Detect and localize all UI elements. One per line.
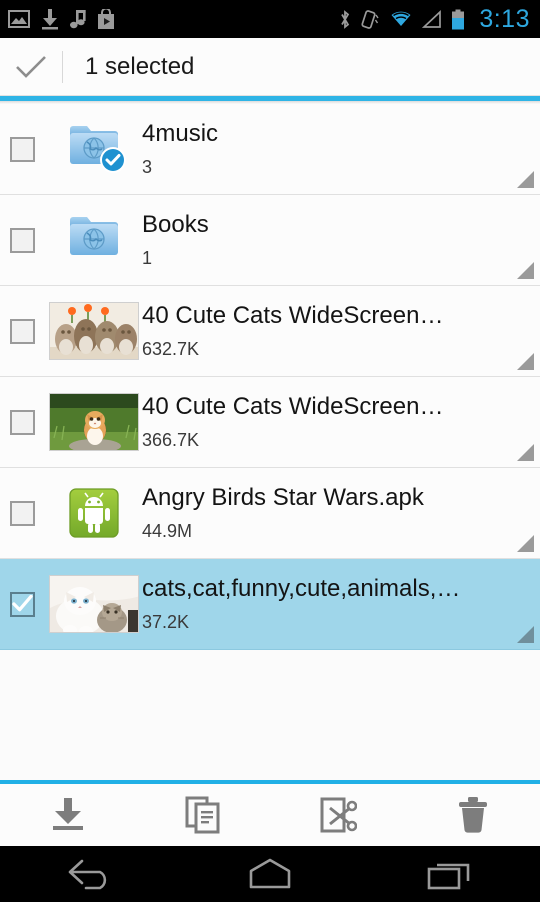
- home-icon: [249, 858, 291, 889]
- wifi-icon: [391, 11, 411, 26]
- status-bar: 3:13: [0, 0, 540, 38]
- battery-icon: [452, 9, 465, 29]
- checkbox-unchecked[interactable]: [10, 318, 35, 344]
- folder-globe-icon: [67, 122, 126, 173]
- corner-triangle-icon[interactable]: [517, 171, 534, 188]
- row-meta: 40 Cute Cats WideScreen… 366.7K: [142, 393, 540, 451]
- row-checkbox[interactable]: [0, 227, 45, 253]
- row-meta: 4music 3: [142, 120, 540, 178]
- list-item[interactable]: Books 1: [0, 195, 540, 286]
- file-name: Angry Birds Star Wars.apk: [142, 484, 424, 512]
- row-meta: Books 1: [142, 211, 540, 269]
- folder-globe-icon: [67, 213, 121, 259]
- row-checkbox[interactable]: [0, 591, 45, 617]
- play-store-icon: [98, 8, 114, 29]
- row-checkbox[interactable]: [0, 409, 45, 435]
- checkbox-unchecked[interactable]: [10, 136, 35, 162]
- copy-icon: [185, 796, 219, 834]
- image-thumbnail-kittens: [48, 302, 139, 360]
- download-icon: [52, 798, 83, 830]
- file-size: 632.7K: [142, 338, 200, 359]
- checkmark-icon: [16, 55, 46, 78]
- file-size: 37.2K: [142, 611, 190, 632]
- gallery-icon: [8, 10, 30, 28]
- file-size: 1: [142, 247, 153, 268]
- corner-triangle-icon[interactable]: [517, 444, 534, 461]
- cell-signal-icon: [422, 9, 442, 28]
- row-meta: cats,cat,funny,cute,animals,… 37.2K: [142, 575, 540, 633]
- checkbox-unchecked[interactable]: [10, 409, 35, 435]
- file-name: 40 Cute Cats WideScreen…: [142, 302, 444, 330]
- row-checkbox[interactable]: [0, 136, 45, 162]
- delete-button[interactable]: [405, 796, 540, 834]
- vibrate-icon: [361, 9, 379, 29]
- file-list[interactable]: 4music 3 Books 1 40 Cute Cats WideScreen…: [0, 104, 540, 650]
- checkbox-checked[interactable]: [10, 591, 35, 617]
- status-bar-notifications: [8, 8, 115, 30]
- row-icon: [45, 393, 142, 451]
- delete-trash-icon: [458, 797, 487, 833]
- status-bar-clock: 3:13: [479, 4, 530, 33]
- copy-button[interactable]: [135, 796, 270, 834]
- row-icon: [45, 122, 142, 176]
- file-name: cats,cat,funny,cute,animals,…: [142, 575, 461, 603]
- bluetooth-icon: [341, 9, 350, 29]
- music-note-icon: [70, 9, 86, 28]
- list-item[interactable]: Angry Birds Star Wars.apk 44.9M: [0, 468, 540, 559]
- checkbox-unchecked[interactable]: [10, 500, 35, 526]
- image-thumbnail-white-cat: [48, 575, 139, 633]
- file-size: 366.7K: [142, 429, 200, 450]
- row-icon: [45, 302, 142, 360]
- corner-triangle-icon[interactable]: [517, 626, 534, 643]
- list-item[interactable]: 4music 3: [0, 104, 540, 195]
- navigation-bar: [0, 846, 540, 902]
- row-icon: [45, 213, 142, 267]
- cut-button[interactable]: [270, 796, 405, 834]
- image-thumbnail-orange-kitten: [48, 393, 139, 451]
- status-bar-system-icons: 3:13: [338, 5, 530, 34]
- corner-triangle-icon[interactable]: [517, 262, 534, 279]
- file-name: Books: [142, 211, 209, 239]
- file-name: 40 Cute Cats WideScreen…: [142, 393, 444, 421]
- list-empty-area: [0, 650, 540, 780]
- back-button[interactable]: [0, 858, 180, 890]
- recents-icon: [427, 863, 470, 890]
- list-item[interactable]: 40 Cute Cats WideScreen… 632.7K: [0, 286, 540, 377]
- selection-count-title: 1 selected: [85, 52, 195, 80]
- cut-icon: [320, 797, 357, 833]
- home-button[interactable]: [180, 857, 360, 891]
- action-bar-divider: [62, 50, 63, 83]
- corner-triangle-icon[interactable]: [517, 535, 534, 552]
- file-name: 4music: [142, 120, 219, 148]
- android-apk-icon: [67, 486, 121, 540]
- file-size: 44.9M: [142, 520, 193, 541]
- list-item[interactable]: 40 Cute Cats WideScreen… 366.7K: [0, 377, 540, 468]
- recents-button[interactable]: [360, 857, 540, 891]
- corner-triangle-icon[interactable]: [517, 353, 534, 370]
- action-toolbar: [0, 784, 540, 846]
- back-icon: [68, 859, 107, 890]
- checkmark-icon: [12, 595, 33, 612]
- sync-check-badge: [99, 147, 126, 173]
- row-checkbox[interactable]: [0, 500, 45, 526]
- row-icon: [45, 575, 142, 633]
- download-button[interactable]: [0, 796, 135, 834]
- checkbox-unchecked[interactable]: [10, 227, 35, 253]
- row-icon: [45, 486, 142, 540]
- phone-screen: 3:13 1 selected 4music 3 Books 1 40 Cute…: [0, 0, 540, 902]
- action-bar: 1 selected: [0, 38, 540, 96]
- list-item-selected[interactable]: cats,cat,funny,cute,animals,… 37.2K: [0, 559, 540, 650]
- row-checkbox[interactable]: [0, 318, 45, 344]
- download-icon: [42, 8, 58, 29]
- row-meta: 40 Cute Cats WideScreen… 632.7K: [142, 302, 540, 360]
- confirm-selection-button[interactable]: [0, 54, 62, 80]
- row-meta: Angry Birds Star Wars.apk 44.9M: [142, 484, 540, 542]
- file-size: 3: [142, 156, 153, 177]
